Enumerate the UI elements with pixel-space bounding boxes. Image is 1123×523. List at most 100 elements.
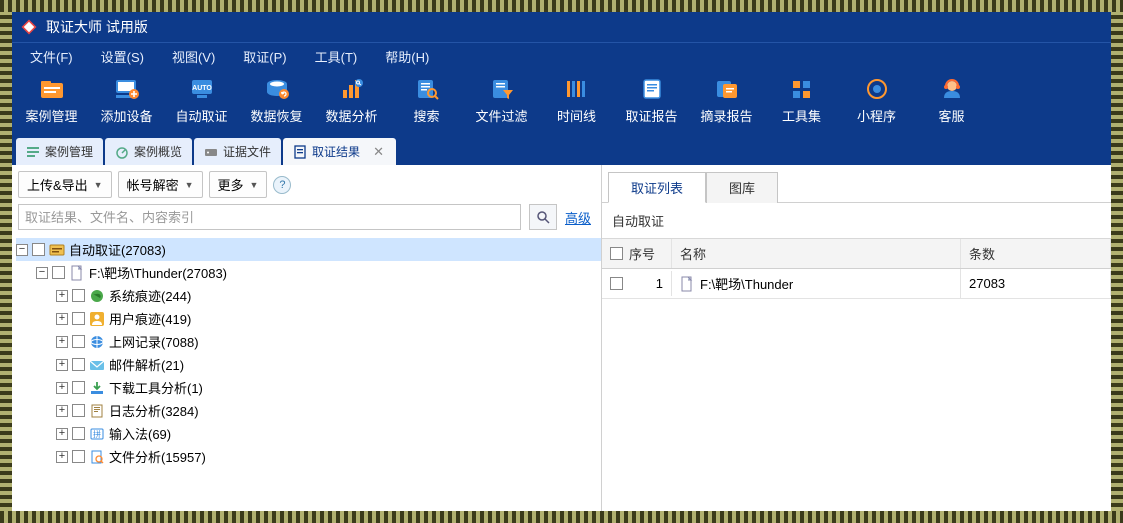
app-logo-icon bbox=[20, 18, 38, 36]
tab-case-mgmt[interactable]: 案例管理 bbox=[16, 138, 103, 165]
tool-data-recovery[interactable]: 数据恢复 bbox=[239, 76, 314, 131]
expand-icon[interactable]: + bbox=[56, 382, 68, 394]
file-icon bbox=[680, 276, 694, 292]
tree-checkbox[interactable] bbox=[52, 266, 65, 279]
tool-miniapp[interactable]: 小程序 bbox=[839, 76, 914, 131]
miniapp-icon bbox=[864, 78, 890, 100]
tool-add-device[interactable]: 添加设备 bbox=[89, 76, 164, 131]
row-checkbox[interactable] bbox=[610, 277, 623, 290]
collapse-icon[interactable]: − bbox=[16, 244, 28, 256]
result-grid: 序号 名称 条数 1F:\靶场\Thunder27083 bbox=[602, 238, 1111, 511]
svg-text:拼: 拼 bbox=[93, 429, 101, 439]
tree-node[interactable]: +用户痕迹(419) bbox=[16, 307, 601, 330]
collapse-icon[interactable]: − bbox=[36, 267, 48, 279]
tree-node[interactable]: +邮件解析(21) bbox=[16, 353, 601, 376]
search-input[interactable] bbox=[18, 204, 521, 230]
expand-icon[interactable]: + bbox=[56, 313, 68, 325]
tool-file-filter[interactable]: 文件过滤 bbox=[464, 76, 539, 131]
tree-checkbox[interactable] bbox=[72, 381, 85, 394]
right-pane: 取证列表 图库 自动取证 序号 名称 条数 1F:\靶场\Thunder2708… bbox=[602, 165, 1111, 511]
tree-checkbox[interactable] bbox=[72, 289, 85, 302]
auto-icon bbox=[49, 242, 65, 258]
tree-label: F:\靶场\Thunder(27083) bbox=[89, 263, 227, 282]
more-button[interactable]: 更多▼ bbox=[209, 171, 268, 198]
tree-label: 文件分析(15957) bbox=[109, 447, 206, 466]
tree-node[interactable]: +上网记录(7088) bbox=[16, 330, 601, 353]
account-decrypt-button[interactable]: 帐号解密▼ bbox=[118, 171, 203, 198]
tree-node[interactable]: +下载工具分析(1) bbox=[16, 376, 601, 399]
grid-header: 序号 名称 条数 bbox=[602, 238, 1111, 269]
menu-view[interactable]: 视图(V) bbox=[158, 43, 229, 70]
excerpt-icon bbox=[714, 78, 740, 100]
tree-checkbox[interactable] bbox=[72, 335, 85, 348]
row-index: 1 bbox=[629, 276, 663, 291]
tab-forensics-list[interactable]: 取证列表 bbox=[608, 172, 706, 203]
expand-icon[interactable]: + bbox=[56, 405, 68, 417]
tool-excerpt-report[interactable]: 摘录报告 bbox=[689, 76, 764, 131]
net-icon bbox=[89, 334, 105, 350]
toolbar: 案例管理 添加设备 AUTO自动取证 数据恢复 数据分析 搜索 文件过滤 时间线… bbox=[12, 70, 1111, 133]
tree-checkbox[interactable] bbox=[32, 243, 45, 256]
tree-checkbox[interactable] bbox=[72, 450, 85, 463]
right-tabs: 取证列表 图库 bbox=[602, 165, 1111, 203]
app-title: 取证大师 试用版 bbox=[46, 17, 148, 37]
menu-tools[interactable]: 工具(T) bbox=[301, 43, 372, 70]
tree-checkbox[interactable] bbox=[72, 358, 85, 371]
tree-node[interactable]: +日志分析(3284) bbox=[16, 399, 601, 422]
tab-forensics-result[interactable]: 取证结果 ✕ bbox=[283, 138, 396, 165]
user-icon bbox=[89, 311, 105, 327]
tab-evidence-files[interactable]: 证据文件 bbox=[194, 138, 281, 165]
tree-node[interactable]: + 文件分析(15957) bbox=[16, 445, 601, 468]
expand-icon[interactable]: + bbox=[56, 359, 68, 371]
tree-node[interactable]: +系统痕迹(244) bbox=[16, 284, 601, 307]
menubar: 文件(F) 设置(S) 视图(V) 取证(P) 工具(T) 帮助(H) bbox=[12, 42, 1111, 70]
folder-icon bbox=[39, 78, 65, 100]
right-subtitle: 自动取证 bbox=[602, 203, 1111, 238]
menu-file[interactable]: 文件(F) bbox=[16, 43, 87, 70]
menu-settings[interactable]: 设置(S) bbox=[87, 43, 158, 70]
table-row[interactable]: 1F:\靶场\Thunder27083 bbox=[602, 269, 1111, 299]
tree-node[interactable]: − F:\靶场\Thunder(27083) bbox=[16, 261, 601, 284]
result-icon bbox=[293, 145, 307, 159]
tree-checkbox[interactable] bbox=[72, 427, 85, 440]
left-pane: 上传&导出▼ 帐号解密▼ 更多▼ ? 高级 −自动取证(27083)−F:\靶场… bbox=[12, 165, 602, 511]
menu-help[interactable]: 帮助(H) bbox=[371, 43, 443, 70]
tab-gallery[interactable]: 图库 bbox=[706, 172, 778, 203]
mail-icon bbox=[89, 357, 105, 373]
tool-auto-forensics[interactable]: AUTO自动取证 bbox=[164, 76, 239, 131]
header-checkbox[interactable] bbox=[610, 247, 623, 260]
log-icon bbox=[89, 403, 105, 419]
tool-forensics-report[interactable]: 取证报告 bbox=[614, 76, 689, 131]
ime-icon: 拼 bbox=[89, 426, 105, 442]
timeline-icon bbox=[564, 78, 590, 100]
tree-label: 输入法(69) bbox=[109, 424, 171, 443]
result-tree[interactable]: −自动取证(27083)−F:\靶场\Thunder(27083)+系统痕迹(2… bbox=[12, 236, 601, 511]
fanalysis-icon bbox=[89, 449, 105, 465]
tree-checkbox[interactable] bbox=[72, 312, 85, 325]
tool-data-analysis[interactable]: 数据分析 bbox=[314, 76, 389, 131]
upload-export-button[interactable]: 上传&导出▼ bbox=[18, 171, 112, 198]
expand-icon[interactable]: + bbox=[56, 336, 68, 348]
tree-node[interactable]: + 拼输入法(69) bbox=[16, 422, 601, 445]
advanced-link[interactable]: 高级 bbox=[565, 208, 595, 227]
search-button[interactable] bbox=[529, 204, 557, 230]
tree-checkbox[interactable] bbox=[72, 404, 85, 417]
menu-forensics[interactable]: 取证(P) bbox=[229, 43, 300, 70]
search-doc-icon bbox=[414, 78, 440, 100]
tool-search[interactable]: 搜索 bbox=[389, 76, 464, 131]
tool-case-mgmt[interactable]: 案例管理 bbox=[14, 76, 89, 131]
tab-case-overview[interactable]: 案例概览 bbox=[105, 138, 192, 165]
tab-close-icon[interactable]: ✕ bbox=[371, 144, 386, 160]
globe-icon bbox=[89, 288, 105, 304]
expand-icon[interactable]: + bbox=[56, 428, 68, 440]
expand-icon[interactable]: + bbox=[56, 451, 68, 463]
help-icon[interactable]: ? bbox=[273, 176, 291, 194]
chevron-down-icon: ▼ bbox=[250, 180, 259, 190]
grid-icon bbox=[789, 78, 815, 100]
tool-timeline[interactable]: 时间线 bbox=[539, 76, 614, 131]
tree-node[interactable]: −自动取证(27083) bbox=[16, 238, 601, 261]
tool-toolset[interactable]: 工具集 bbox=[764, 76, 839, 131]
tool-support[interactable]: 客服 bbox=[914, 76, 989, 131]
list-icon bbox=[26, 145, 40, 159]
expand-icon[interactable]: + bbox=[56, 290, 68, 302]
